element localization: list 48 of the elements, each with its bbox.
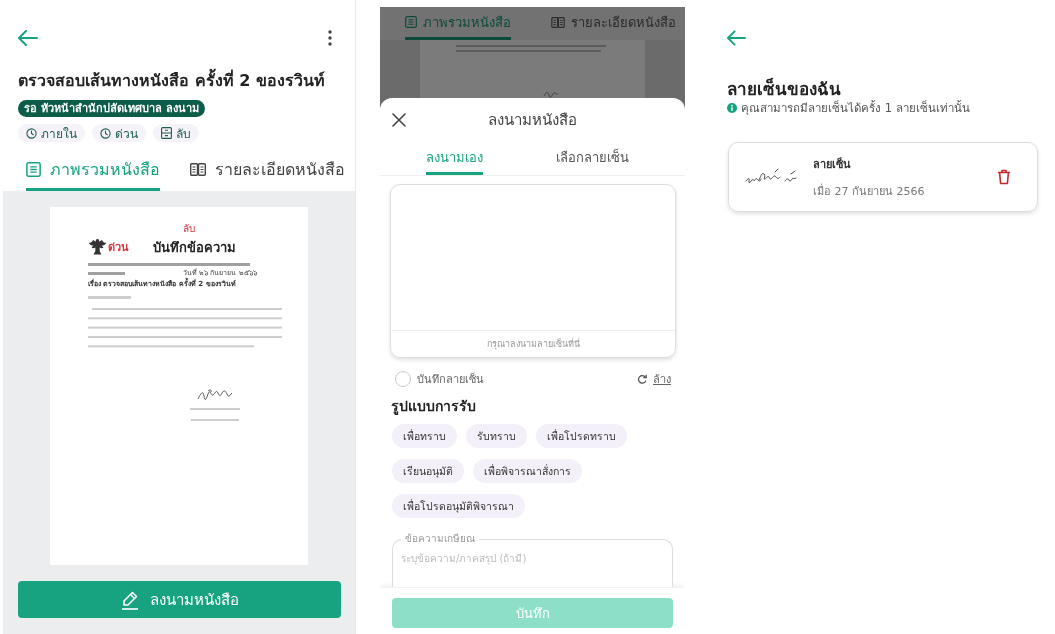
secrecy-mark: ลับ xyxy=(183,223,195,235)
clear-link[interactable]: ล้าง xyxy=(653,370,671,388)
signature-card[interactable]: ลายเซ็น เมื่อ 27 กันยายน 2566 xyxy=(728,142,1038,212)
close-icon[interactable] xyxy=(392,113,406,127)
book-icon xyxy=(190,162,206,176)
status-badge: รอ หัวหน้าสำนักปลัดเทศบาล ลงนาม xyxy=(18,100,205,117)
document-heading: บันทึกข้อความ xyxy=(153,238,236,257)
option-chip[interactable]: เพื่อพิจารณาสั่งการ xyxy=(473,459,582,483)
list-icon xyxy=(26,161,41,177)
save-signature-label: บันทึกลายเซ็น xyxy=(417,371,484,388)
option-chip[interactable]: เพื่อทราบ xyxy=(392,424,457,448)
tab[interactable]: เลือกลายเซ็น xyxy=(555,142,629,175)
back-arrow-icon[interactable] xyxy=(18,30,38,46)
drawer-icon xyxy=(161,127,172,139)
sheet-title: ลงนามหนังสือ xyxy=(488,110,577,131)
signature-hint: กรุณาลงนามลายเซ็นที่นี่ xyxy=(486,337,580,351)
tag-label: ภายใน xyxy=(41,125,77,143)
urgency-mark: ด่วน xyxy=(108,240,129,256)
tag-label: ด่วน xyxy=(115,125,138,143)
list-icon xyxy=(405,16,417,28)
document-title: ตรวจสอบเส้นทางหนังสือ ครั้งที่ 2 ของรวินท์ xyxy=(18,69,325,93)
blurred-text xyxy=(190,408,240,421)
bird-emblem-icon xyxy=(88,237,107,257)
back-arrow-icon[interactable] xyxy=(727,30,746,46)
option-chip[interactable]: เพื่อโปรดทราบ xyxy=(536,424,627,448)
signature-label: ลายเซ็น xyxy=(813,156,851,173)
section-heading: รูปแบบการรับ xyxy=(391,399,476,413)
tag-label: ลับ xyxy=(176,125,191,143)
info-icon xyxy=(727,103,737,113)
option-chip[interactable]: เพื่อโปรดอนุมัติพิจารณา xyxy=(392,494,525,518)
option-chip[interactable]: เรียนอนุมัติ xyxy=(392,459,464,483)
clock-icon xyxy=(26,127,37,139)
trash-icon[interactable] xyxy=(997,169,1011,185)
signature-date: เมื่อ 27 กันยายน 2566 xyxy=(813,182,925,200)
blurred-text xyxy=(88,295,131,299)
option-chip[interactable]: รับทราบ xyxy=(466,424,527,448)
book-icon xyxy=(551,16,565,28)
field-label: ข้อความเกษียณ xyxy=(401,533,479,545)
page-title: ลายเซ็นของฉัน xyxy=(727,77,841,100)
clock-icon xyxy=(100,127,111,139)
refresh-icon[interactable] xyxy=(637,374,647,384)
info-text: คุณสามารถมีลายเซ็นได้ครั้ง 1 ลายเซ็นเท่านั้น xyxy=(741,99,970,117)
more-options-icon[interactable] xyxy=(328,30,332,46)
tab[interactable]: รายละเอียดหนังสือ xyxy=(190,150,345,191)
signature-image xyxy=(745,168,799,186)
pen-icon xyxy=(120,589,140,610)
signature-image xyxy=(197,388,233,402)
blurred-text xyxy=(88,271,125,275)
